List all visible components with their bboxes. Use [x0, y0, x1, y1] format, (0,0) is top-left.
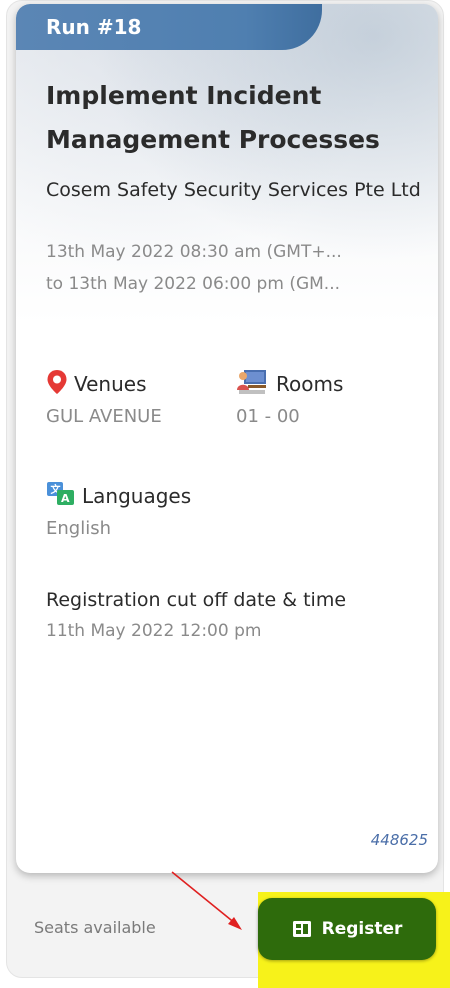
languages-value: English: [46, 518, 111, 539]
annotation-arrow-icon: [171, 871, 242, 930]
rooms-label: Rooms: [276, 372, 344, 396]
run-dates: 13th May 2022 08:30 am (GMT+... to 13th …: [46, 236, 421, 300]
registration-cutoff-value: 11th May 2022 12:00 pm: [46, 621, 262, 641]
venues-value: GUL AVENUE: [46, 406, 162, 427]
rooms-value: 01 - 00: [236, 406, 300, 427]
languages-icon: 文 A: [46, 481, 76, 512]
registration-cutoff-label: Registration cut off date & time: [46, 589, 347, 611]
venues-info: Venues GUL AVENUE: [46, 366, 162, 427]
course-code: 448625: [370, 831, 428, 849]
location-pin-icon: [46, 369, 68, 400]
register-label: Register: [321, 919, 403, 939]
languages-label: Languages: [82, 484, 192, 508]
rooms-icon: [236, 368, 270, 401]
course-title: Implement Incident Management Processes: [46, 81, 380, 154]
registration-cutoff: Registration cut off date & time 11th Ma…: [46, 584, 346, 646]
course-run-card[interactable]: Run #18 Implement Incident Management Pr…: [16, 4, 438, 873]
rooms-info: Rooms 01 - 00: [236, 366, 343, 427]
svg-text:A: A: [61, 492, 70, 505]
organization-name: Cosem Safety Security Services Pte Ltd: [46, 179, 421, 201]
date-start: 13th May 2022 08:30 am (GMT+...: [46, 242, 342, 262]
languages-info: 文 A Languages English: [46, 478, 191, 539]
run-badge: Run #18: [16, 4, 322, 50]
register-button[interactable]: Register: [258, 898, 436, 960]
venues-label: Venues: [74, 372, 147, 396]
seats-available-label: Seats available: [34, 918, 156, 937]
date-end: to 13th May 2022 06:00 pm (GM...: [46, 274, 340, 294]
register-icon: [292, 920, 312, 938]
